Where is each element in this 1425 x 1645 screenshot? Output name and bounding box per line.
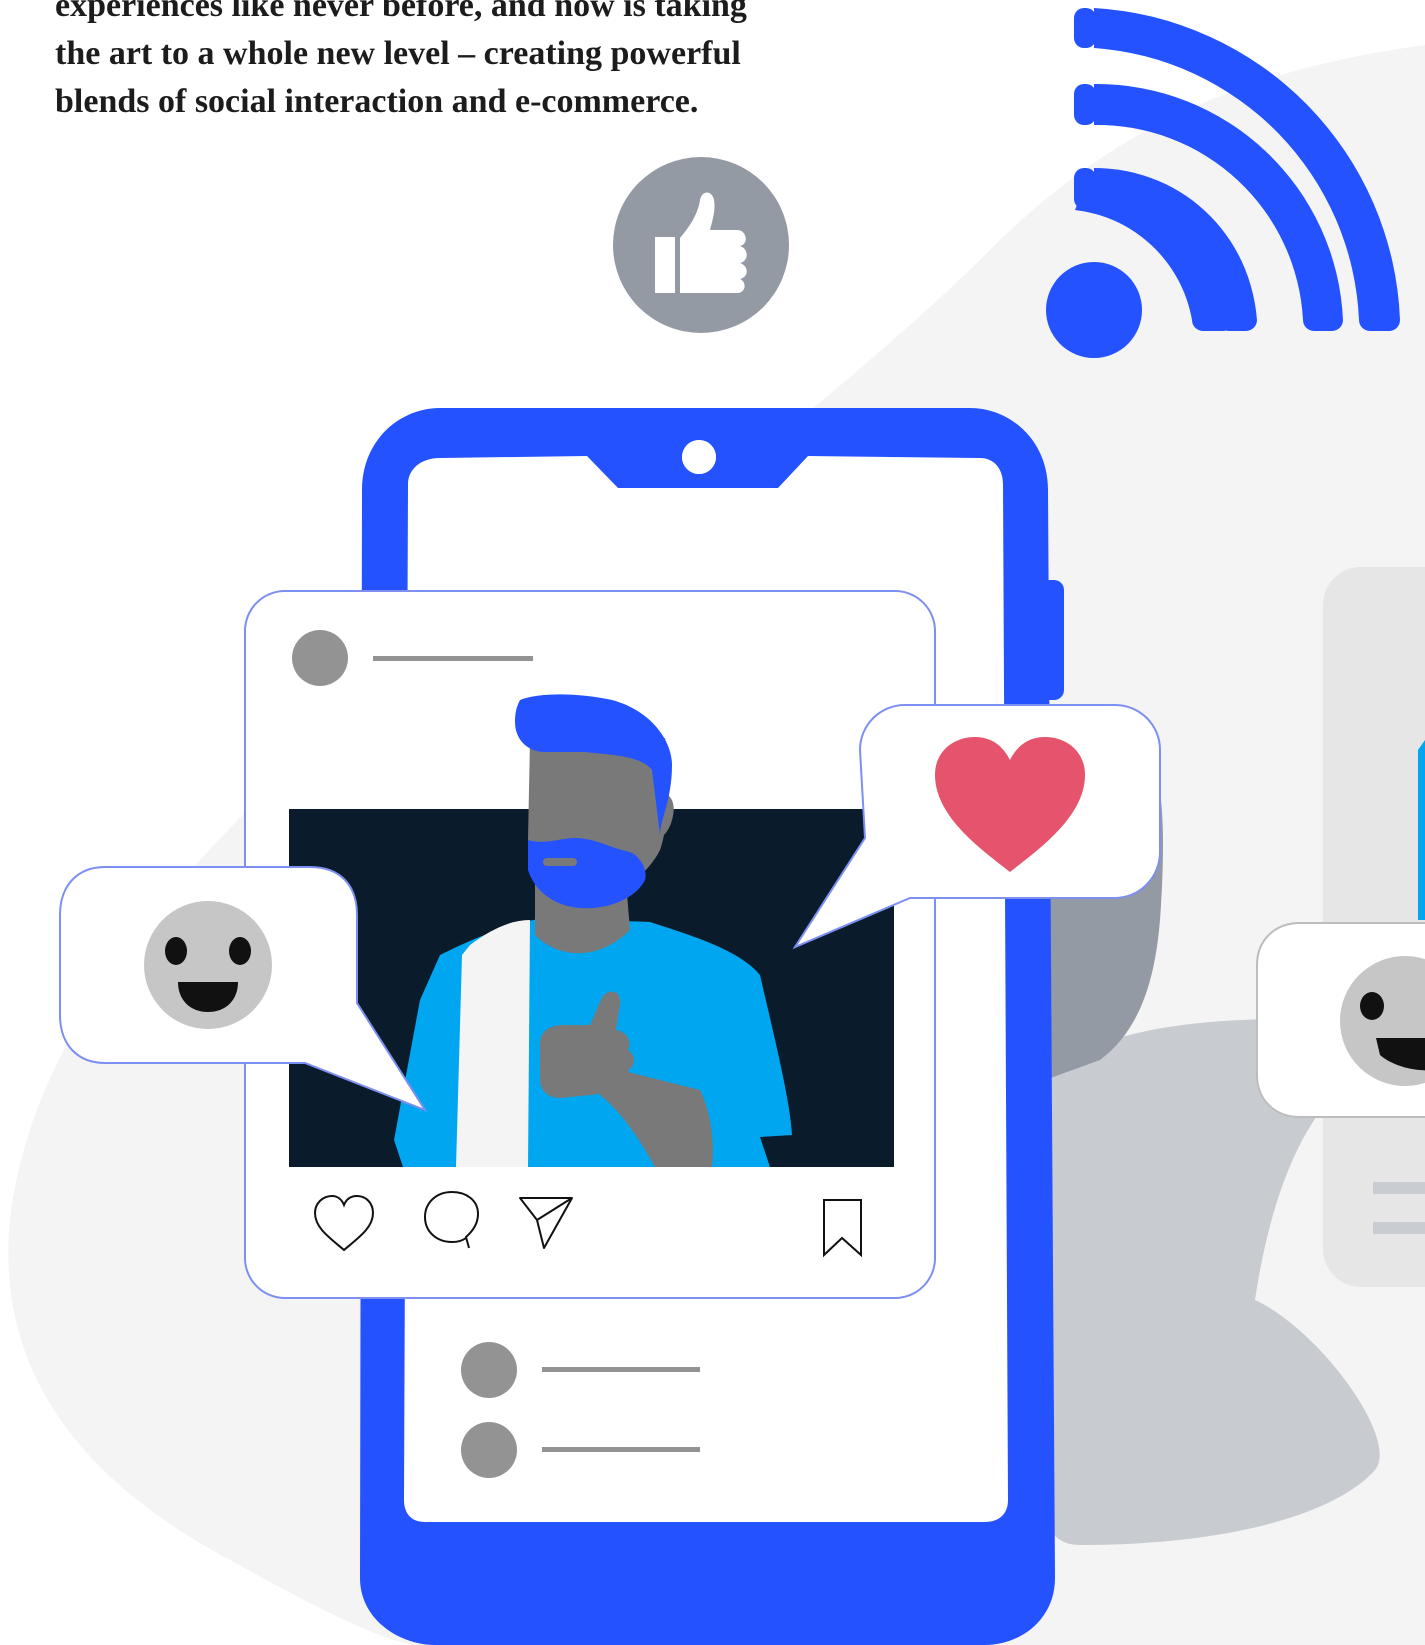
intro-line-3: blends of social interaction and e-comme… bbox=[55, 83, 699, 120]
post-avatar bbox=[292, 630, 348, 686]
intro-line-2: the art to a whole new level – creating … bbox=[55, 35, 741, 72]
smiley-icon bbox=[144, 901, 272, 1029]
thumbs-up-icon bbox=[613, 157, 789, 333]
intro-paragraph: experiences like never before, and now i… bbox=[55, 0, 915, 126]
post-username-line bbox=[373, 656, 533, 661]
smiley-bubble-right bbox=[1256, 922, 1425, 1118]
intro-line-1: experiences like never before, and now i… bbox=[55, 0, 747, 24]
social-commerce-illustration bbox=[8, 8, 1425, 1645]
